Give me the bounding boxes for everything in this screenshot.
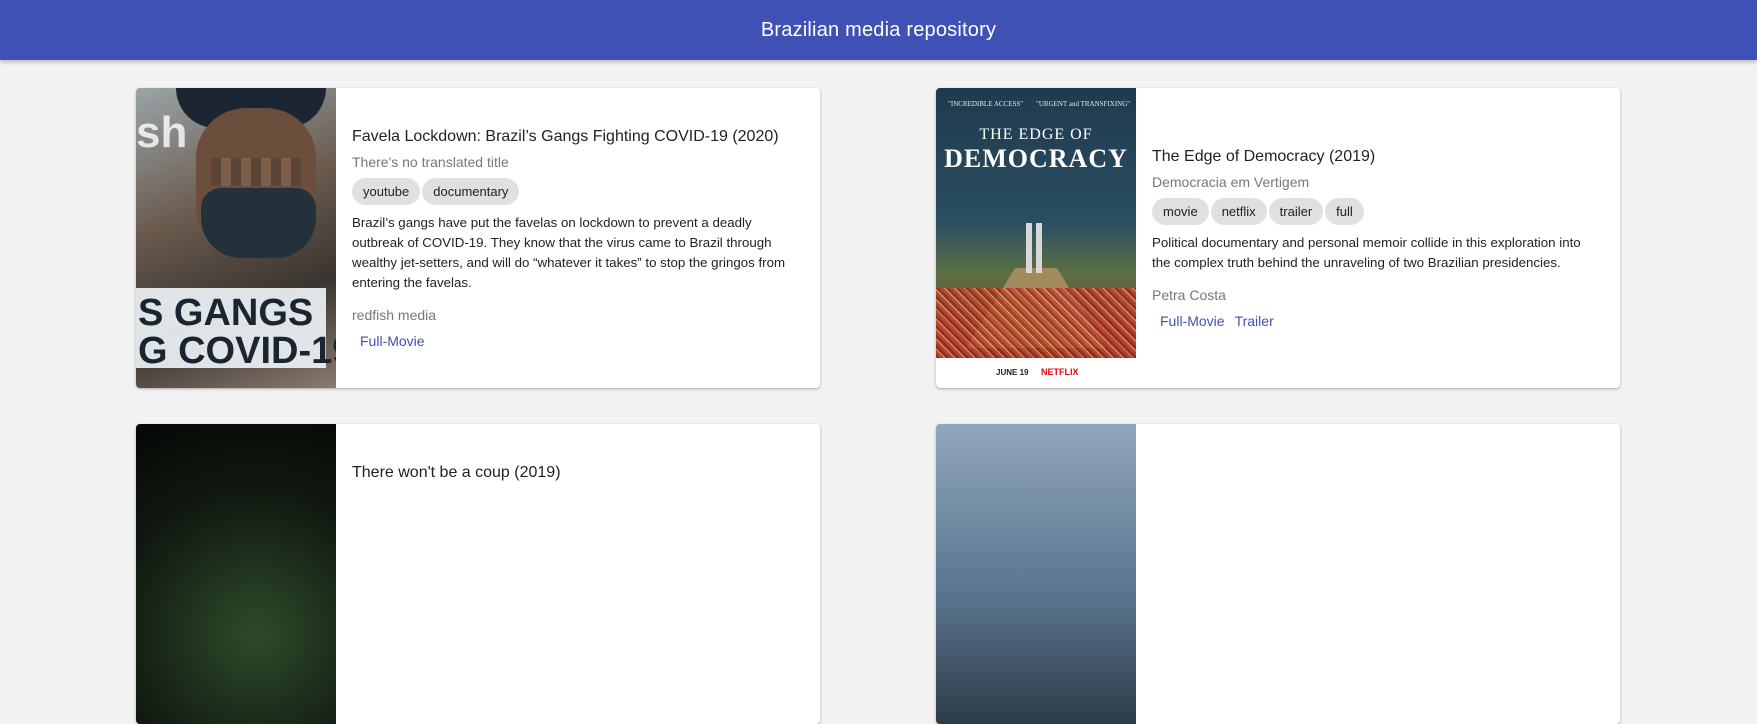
tag-chip[interactable]: movie bbox=[1152, 197, 1209, 225]
poster-date: JUNE 19 bbox=[996, 368, 1029, 377]
app-bar: Brazilian media repository bbox=[0, 0, 1757, 60]
poster-mask bbox=[201, 188, 316, 258]
media-card[interactable] bbox=[936, 424, 1620, 724]
card-content: There won't be a coup (2019) bbox=[336, 424, 820, 724]
netflix-logo: NETFLIX bbox=[1041, 367, 1079, 377]
tag-chip[interactable]: full bbox=[1325, 197, 1364, 225]
tag-chip[interactable]: youtube bbox=[352, 177, 421, 205]
trailer-link[interactable]: Trailer bbox=[1235, 313, 1274, 329]
media-card[interactable]: There won't be a coup (2019) bbox=[136, 424, 820, 724]
full-movie-link[interactable]: Full-Movie bbox=[1160, 313, 1225, 329]
card-author: redfish media bbox=[352, 306, 437, 323]
poster-tower bbox=[1026, 223, 1032, 273]
poster-quote-1: "INCREDIBLE ACCESS" bbox=[948, 100, 1024, 108]
card-title: The Edge of Democracy (2019) bbox=[1152, 147, 1376, 165]
card-links: Full-Movie bbox=[352, 333, 804, 349]
poster-image bbox=[936, 424, 1136, 724]
full-movie-link[interactable]: Full-Movie bbox=[360, 333, 425, 349]
card-description: Political documentary and personal memoi… bbox=[1152, 234, 1581, 270]
poster-pixelation bbox=[211, 158, 301, 186]
poster-brand-text: sh bbox=[136, 108, 188, 157]
card-title: There won't be a coup (2019) bbox=[352, 464, 561, 481]
poster-tower bbox=[1036, 223, 1042, 273]
app-title: Brazilian media repository bbox=[760, 18, 997, 41]
tag-list: youtube documentary bbox=[352, 177, 804, 205]
poster-footer bbox=[936, 358, 1136, 388]
poster-title-line2: DEMOCRACY bbox=[944, 144, 1128, 173]
tag-chip[interactable]: trailer bbox=[1268, 197, 1324, 225]
poster-headline-line2: G COVID-19 bbox=[138, 330, 336, 372]
poster-image bbox=[136, 424, 336, 724]
tag-list: movie netflix trailer full bbox=[1152, 197, 1604, 225]
poster-crowd bbox=[936, 288, 1136, 358]
card-content: The Edge of Democracy (2019) Democracia … bbox=[1136, 88, 1620, 388]
card-title: Favela Lockdown: Brazil’s Gangs Fighting… bbox=[352, 127, 779, 145]
media-card[interactable]: sh S GANGS G COVID-19 Favela Lockdown: B… bbox=[136, 88, 820, 388]
card-subtitle: Democracia em Vertigem bbox=[1152, 173, 1310, 190]
poster-title-line1: THE EDGE OF bbox=[979, 126, 1093, 143]
card-subtitle: There's no translated title bbox=[352, 153, 509, 170]
poster-headline-line1: S GANGS bbox=[138, 292, 314, 334]
poster-quote-2: "URGENT and TRANSFIXING" bbox=[1036, 100, 1131, 108]
card-content bbox=[1136, 424, 1620, 724]
poster-image: "INCREDIBLE ACCESS" "URGENT and TRANSFIX… bbox=[936, 88, 1136, 388]
card-content: Favela Lockdown: Brazil’s Gangs Fighting… bbox=[336, 88, 820, 388]
tag-chip[interactable]: documentary bbox=[422, 177, 520, 205]
tag-chip[interactable]: netflix bbox=[1210, 197, 1267, 225]
poster-image: sh S GANGS G COVID-19 bbox=[136, 88, 336, 388]
card-links: Full-Movie Trailer bbox=[1152, 313, 1604, 329]
card-author: Petra Costa bbox=[1152, 286, 1226, 303]
media-card[interactable]: "INCREDIBLE ACCESS" "URGENT and TRANSFIX… bbox=[936, 88, 1620, 388]
card-description: Brazil’s gangs have put the favelas on l… bbox=[352, 214, 786, 290]
